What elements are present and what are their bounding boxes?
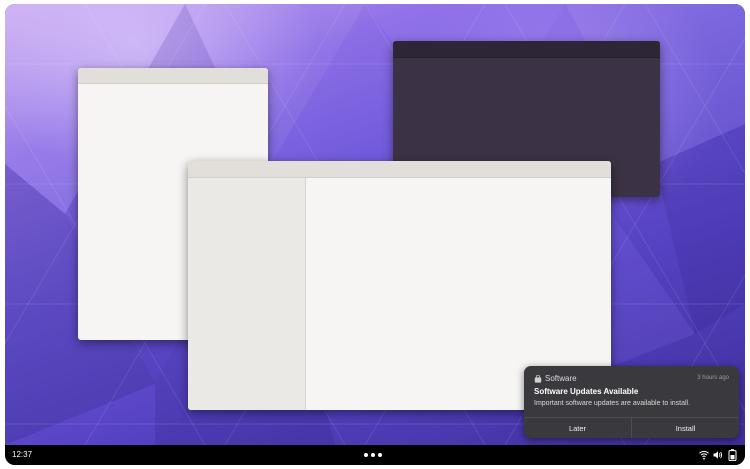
desktop-screen: Software 3 hours ago Software Updates Av… xyxy=(5,4,745,465)
later-button[interactable]: Later xyxy=(524,418,632,438)
notification-time: 3 hours ago xyxy=(697,375,729,381)
notification-app-name: Software xyxy=(545,374,577,383)
app-grid-dots-icon[interactable] xyxy=(364,452,384,458)
wifi-icon xyxy=(699,450,709,460)
window-titlebar[interactable] xyxy=(188,161,611,178)
system-status-area[interactable] xyxy=(699,449,739,461)
window-titlebar[interactable] xyxy=(78,68,268,84)
bottom-panel: 12:37 xyxy=(5,445,745,465)
notification-body: Important software updates are available… xyxy=(534,400,691,407)
install-button[interactable]: Install xyxy=(632,418,739,438)
window-sidebar xyxy=(188,178,306,410)
notification-actions: Later Install xyxy=(524,417,739,438)
notification-title: Software Updates Available xyxy=(534,387,639,396)
battery-icon xyxy=(728,449,737,461)
shopping-bag-icon xyxy=(534,375,542,383)
volume-icon xyxy=(713,451,723,459)
window-titlebar[interactable] xyxy=(393,41,660,58)
notification-banner[interactable]: Software 3 hours ago Software Updates Av… xyxy=(524,366,739,438)
clock[interactable]: 12:37 xyxy=(12,450,32,459)
